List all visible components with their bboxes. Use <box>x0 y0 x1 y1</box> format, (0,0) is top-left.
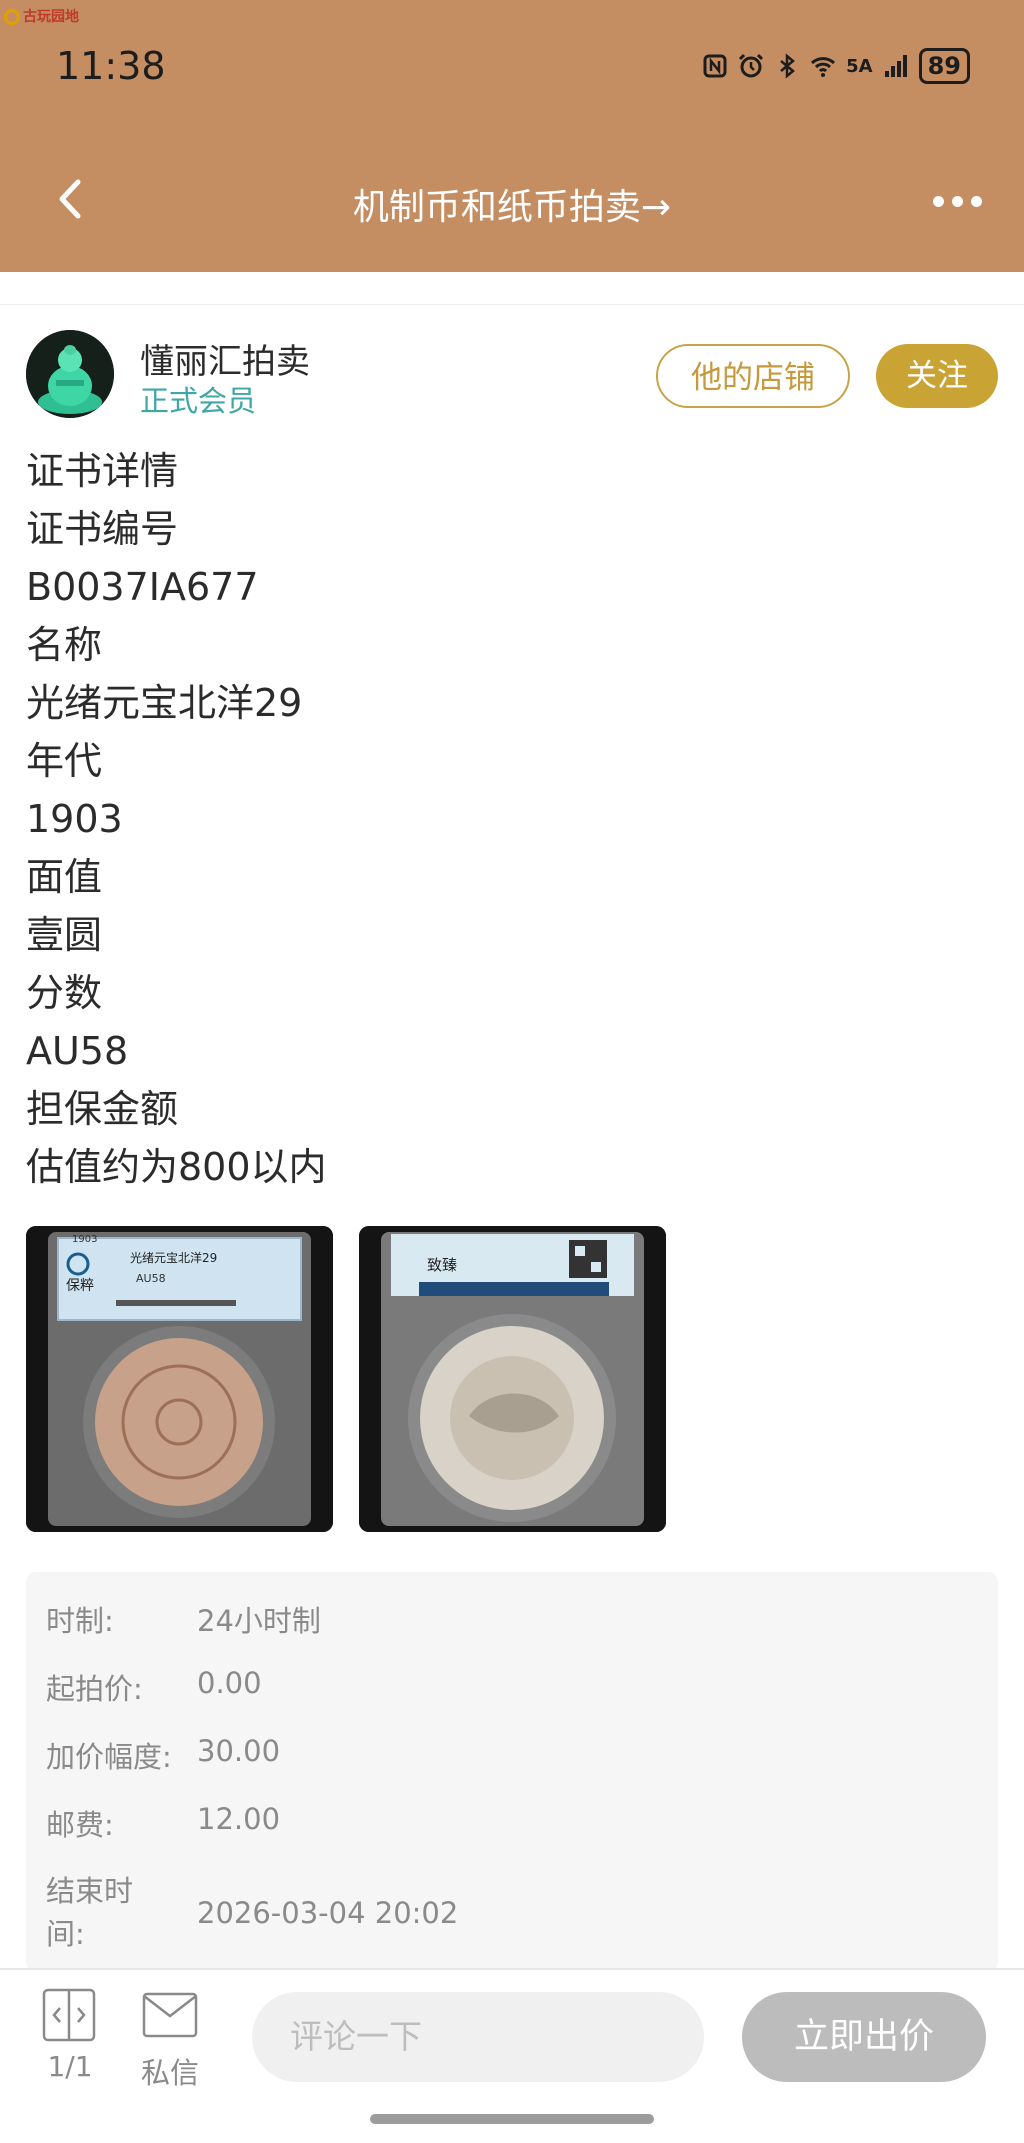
avatar[interactable] <box>26 330 114 418</box>
app-header: 古玩园地 11:38 5A 89 机制币和纸币拍卖→ <box>0 0 1024 272</box>
desc-line: 光绪元宝北洋29 <box>26 681 303 725</box>
desc-line: 担保金额 <box>26 1087 179 1131</box>
battery-level: 89 <box>927 52 961 80</box>
follow-button[interactable]: 关注 <box>876 344 998 408</box>
photo-label-brand: 保粹 <box>66 1278 94 1294</box>
comment-input[interactable]: 评论一下 <box>252 1992 704 2082</box>
shop-button[interactable]: 他的店铺 <box>656 344 850 408</box>
info-key-line: 间: <box>46 1917 85 1951</box>
info-key: 加价幅度: <box>46 1740 172 1774</box>
bluetooth-icon <box>780 53 796 79</box>
nfc-icon <box>703 54 727 78</box>
message-icon[interactable] <box>142 1992 198 2038</box>
info-key: 起拍价: <box>46 1672 143 1706</box>
message-label: 私信 <box>140 2056 199 2090</box>
photo-label-year: 1903 <box>72 1234 97 1245</box>
divider <box>0 304 1024 305</box>
page-indicator-label: 1/1 <box>47 2050 93 2083</box>
desc-line: 估值约为800以内 <box>26 1145 327 1189</box>
desc-line: 证书编号 <box>26 507 179 551</box>
desc-line: 1903 <box>26 797 123 841</box>
desc-line: 证书详情 <box>26 449 179 493</box>
info-key-line: 结束时 <box>46 1874 134 1908</box>
home-indicator[interactable] <box>370 2114 654 2124</box>
network-type: 5A <box>846 55 873 77</box>
desc-line: 年代 <box>26 739 103 783</box>
watermark-logo-icon <box>4 9 20 25</box>
nav-bar: 机制币和纸币拍卖→ <box>0 160 1024 240</box>
watermark: 古玩园地 <box>4 6 79 26</box>
info-key: 邮费: <box>46 1808 114 1842</box>
auction-info: 时制: 24小时制 起拍价: 0.00 加价幅度: 30.00 邮费: 12.0… <box>26 1572 998 1972</box>
photo-label-title: 光绪元宝北洋29 <box>130 1250 217 1265</box>
photo-label-brand: 致臻 <box>427 1256 457 1274</box>
desc-line: B0037IA677 <box>26 565 259 609</box>
info-value: 30.00 <box>197 1734 281 1768</box>
photo-gallery: 1903 保粹 光绪元宝北洋29 AU58 致臻 <box>26 1226 666 1532</box>
bid-button[interactable]: 立即出价 <box>742 1992 986 2082</box>
info-value: 12.00 <box>197 1802 281 1836</box>
page-title[interactable]: 机制币和纸币拍卖→ <box>0 178 1024 230</box>
desc-line: 面值 <box>26 855 103 899</box>
info-value: 2026-03-04 20:02 <box>197 1896 459 1930</box>
coin-photo-obverse[interactable]: 1903 保粹 光绪元宝北洋29 AU58 <box>26 1226 333 1532</box>
watermark-text: 古玩园地 <box>23 9 79 25</box>
info-key: 时制: <box>46 1604 114 1638</box>
seller-role: 正式会员 <box>140 384 257 418</box>
info-value: 0.00 <box>197 1666 262 1700</box>
photo-label-grade: AU58 <box>136 1272 166 1285</box>
page-indicator-icon[interactable] <box>42 1988 96 2042</box>
desc-line: AU58 <box>26 1029 129 1073</box>
status-time: 11:38 <box>56 44 166 88</box>
seller-name[interactable]: 懂丽汇拍卖 <box>140 334 310 383</box>
battery-indicator: 89 <box>918 48 970 84</box>
desc-line: 名称 <box>26 623 103 667</box>
desc-line: 壹圆 <box>26 913 103 957</box>
info-key: 结束时间: <box>46 1870 196 1956</box>
wifi-icon <box>811 57 836 77</box>
item-description: 证书详情 证书编号 B0037IA677 名称 光绪元宝北洋29 年代 1903… <box>26 442 327 1196</box>
alarm-icon <box>739 53 764 78</box>
status-icons: 5A 89 <box>702 48 970 84</box>
seller-card: 懂丽汇拍卖 正式会员 他的店铺 关注 <box>26 330 998 422</box>
signal-icon <box>884 55 907 77</box>
info-value: 24小时制 <box>197 1604 321 1638</box>
desc-line: 分数 <box>26 971 103 1015</box>
more-icon[interactable] <box>933 196 982 207</box>
coin-photo-reverse[interactable]: 致臻 <box>359 1226 666 1532</box>
